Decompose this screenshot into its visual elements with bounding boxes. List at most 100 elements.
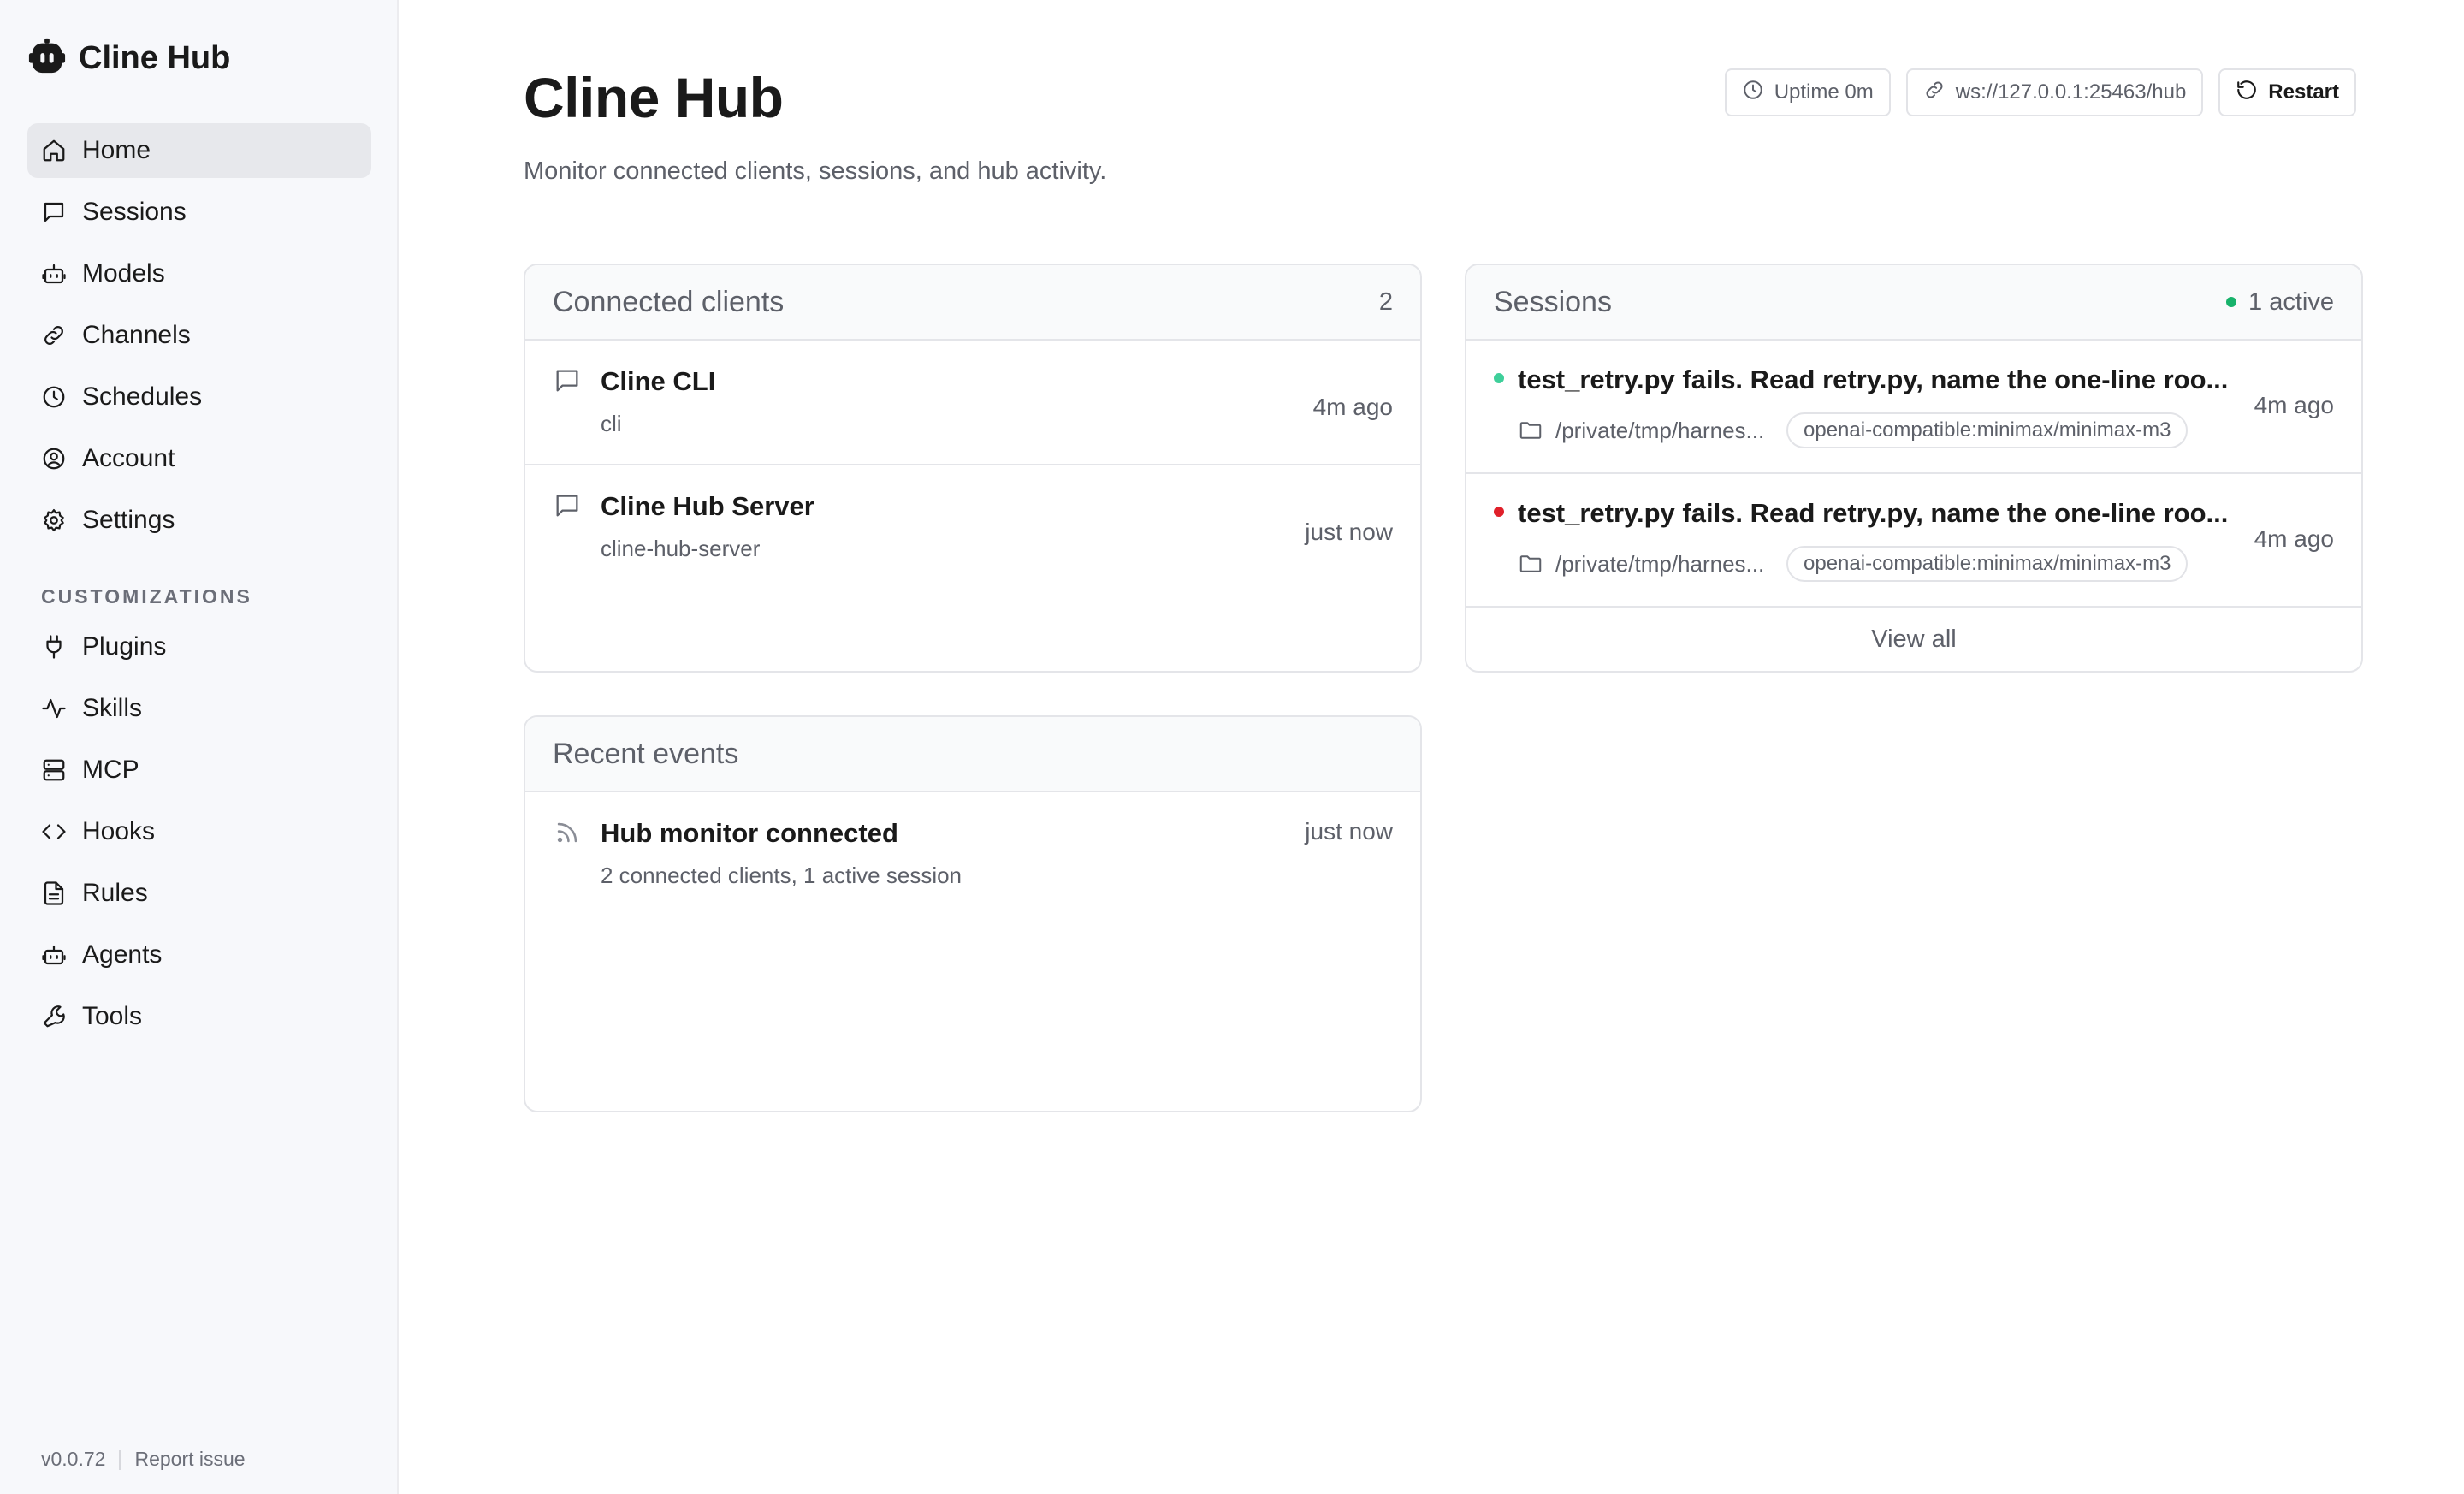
event-detail: 2 connected clients, 1 active session xyxy=(601,863,962,888)
page-subtitle: Monitor connected clients, sessions, and… xyxy=(524,157,1107,185)
nav-item-models[interactable]: Models xyxy=(27,246,371,301)
app-root: Cline Hub Home Sessions Models Channels … xyxy=(0,0,2464,1494)
nav-label: Home xyxy=(82,136,151,164)
session-meta: /private/tmp/harnes... openai-compatible… xyxy=(1518,546,2189,582)
restart-button[interactable]: Restart xyxy=(2218,68,2356,116)
gear-icon xyxy=(39,506,68,535)
ws-url-indicator[interactable]: ws://127.0.0.1:25463/hub xyxy=(1905,68,2204,116)
nav-label: Skills xyxy=(82,694,143,722)
session-row[interactable]: test_retry.py fails. Read retry.py, name… xyxy=(1466,341,2361,474)
client-row[interactable]: Cline Hub Server cline-hub-server just n… xyxy=(525,465,1420,590)
nav-item-mcp[interactable]: MCP xyxy=(27,743,371,797)
main-nav: Home Sessions Models Channels Schedules … xyxy=(27,123,371,554)
session-time: 4m ago xyxy=(2254,525,2334,552)
client-id: cline-hub-server xyxy=(601,536,761,561)
event-time: just now xyxy=(1305,818,1393,845)
folder-icon xyxy=(1518,418,1543,443)
nav-item-home[interactable]: Home xyxy=(27,123,371,178)
ws-url-text: ws://127.0.0.1:25463/hub xyxy=(1955,80,2187,104)
recent-events-card: Recent events Hub monitor connected 2 co… xyxy=(524,715,1422,1112)
rss-icon xyxy=(553,818,582,847)
activity-icon xyxy=(39,694,68,723)
link-icon xyxy=(1923,79,1946,107)
card-header: Recent events xyxy=(525,717,1420,792)
server-icon xyxy=(39,756,68,785)
session-path: /private/tmp/harnes... xyxy=(1518,551,1771,578)
nav-item-schedules[interactable]: Schedules xyxy=(27,370,371,424)
nav-item-channels[interactable]: Channels xyxy=(27,308,371,363)
view-all-sessions-button[interactable]: View all xyxy=(1466,608,2361,671)
refresh-icon xyxy=(2236,79,2258,107)
brand-name: Cline Hub xyxy=(79,39,231,76)
robot-icon xyxy=(39,940,68,969)
chat-icon xyxy=(553,491,582,520)
status-dot xyxy=(2226,297,2237,307)
active-sessions-badge: 1 active xyxy=(2226,288,2334,317)
nav-label: Settings xyxy=(82,506,175,534)
nav-item-settings[interactable]: Settings xyxy=(27,493,371,548)
nav-label: Hooks xyxy=(82,817,156,845)
nav-item-plugins[interactable]: Plugins xyxy=(27,620,371,674)
card-title: Recent events xyxy=(553,737,739,770)
sidebar-footer: v0.0.72 Report issue xyxy=(41,1448,246,1471)
model-tag: openai-compatible:minimax/minimax-m3 xyxy=(1786,412,2189,448)
connected-clients-card: Connected clients 2 Cline CLI cli 4m ago… xyxy=(524,264,1422,673)
card-title: Connected clients xyxy=(553,285,785,318)
folder-icon xyxy=(1518,551,1543,577)
robot-logo-icon xyxy=(27,37,67,80)
chat-icon xyxy=(39,198,68,227)
clock-icon xyxy=(1742,79,1764,107)
page-title: Cline Hub xyxy=(524,66,784,129)
client-time: 4m ago xyxy=(1312,394,1393,420)
card-header: Connected clients 2 xyxy=(525,265,1420,341)
session-meta: /private/tmp/harnes... openai-compatible… xyxy=(1518,412,2189,448)
session-row[interactable]: test_retry.py fails. Read retry.py, name… xyxy=(1466,474,2361,608)
brand[interactable]: Cline Hub xyxy=(27,36,230,80)
nav-label: Schedules xyxy=(82,382,203,411)
uptime-indicator: Uptime 0m xyxy=(1724,68,1891,116)
nav-item-skills[interactable]: Skills xyxy=(27,681,371,736)
session-title: test_retry.py fails. Read retry.py, name… xyxy=(1518,498,2229,528)
client-id: cli xyxy=(601,411,622,436)
sidebar: Cline Hub Home Sessions Models Channels … xyxy=(0,0,399,1494)
event-title: Hub monitor connected xyxy=(601,818,898,848)
chat-icon xyxy=(553,366,582,395)
client-row[interactable]: Cline CLI cli 4m ago xyxy=(525,341,1420,465)
link-icon xyxy=(39,321,68,350)
main-content: Cline Hub Monitor connected clients, ses… xyxy=(399,0,2464,1494)
client-count: 2 xyxy=(1378,288,1393,316)
nav-label: Models xyxy=(82,259,165,288)
nav-item-hooks[interactable]: Hooks xyxy=(27,804,371,859)
card-header: Sessions 1 active xyxy=(1466,265,2361,341)
nav-item-tools[interactable]: Tools xyxy=(27,989,371,1044)
nav-label: Agents xyxy=(82,940,163,969)
session-status-dot xyxy=(1494,373,1504,383)
client-time: just now xyxy=(1305,519,1393,545)
restart-label: Restart xyxy=(2268,80,2339,104)
clock-icon xyxy=(39,382,68,412)
nav-label: Channels xyxy=(82,321,191,349)
session-path-text: /private/tmp/harnes... xyxy=(1555,550,1765,577)
nav-item-rules[interactable]: Rules xyxy=(27,866,371,921)
session-title: test_retry.py fails. Read retry.py, name… xyxy=(1518,365,2229,394)
document-icon xyxy=(39,879,68,908)
nav-item-account[interactable]: Account xyxy=(27,431,371,486)
wrench-icon xyxy=(39,1002,68,1031)
nav-item-sessions[interactable]: Sessions xyxy=(27,185,371,240)
session-time: 4m ago xyxy=(2254,392,2334,418)
customizations-section-label: CUSTOMIZATIONS xyxy=(41,585,252,608)
nav-label: Tools xyxy=(82,1002,143,1030)
nav-label: MCP xyxy=(82,756,139,784)
nav-label: Rules xyxy=(82,879,148,907)
report-issue-link[interactable]: Report issue xyxy=(134,1448,245,1471)
version-label: v0.0.72 xyxy=(41,1448,106,1470)
session-status-dot xyxy=(1494,507,1504,517)
model-tag: openai-compatible:minimax/minimax-m3 xyxy=(1786,546,2189,582)
sessions-card: Sessions 1 active test_retry.py fails. R… xyxy=(1465,264,2363,673)
session-path: /private/tmp/harnes... xyxy=(1518,418,1771,444)
robot-icon xyxy=(39,259,68,288)
nav-item-agents[interactable]: Agents xyxy=(27,928,371,982)
user-circle-icon xyxy=(39,444,68,473)
session-path-text: /private/tmp/harnes... xyxy=(1555,417,1765,443)
customizations-nav: Plugins Skills MCP Hooks Rules Agents To… xyxy=(27,620,371,1051)
